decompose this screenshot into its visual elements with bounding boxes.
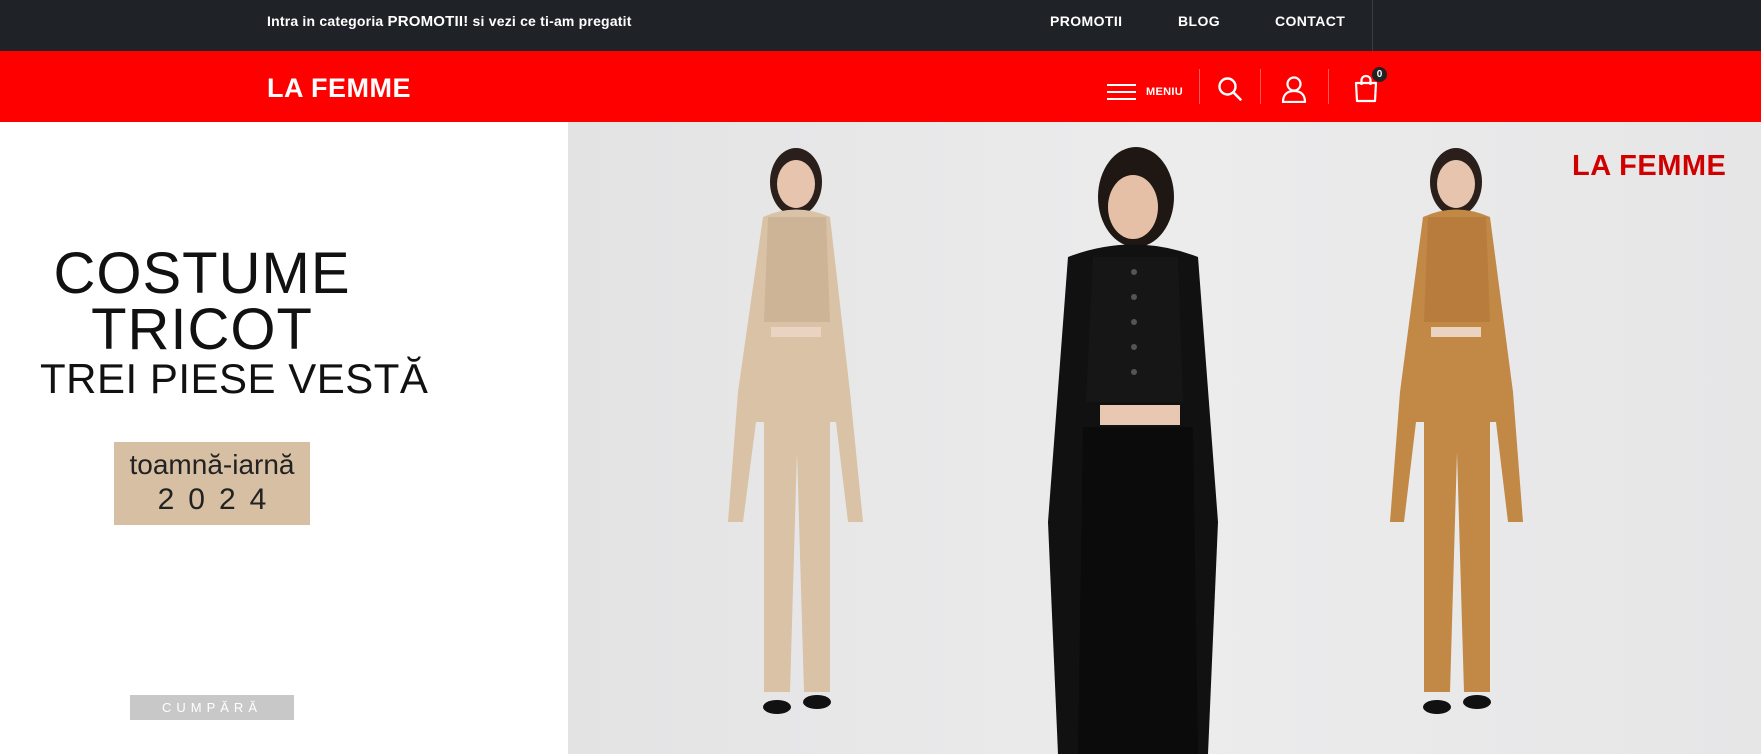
promo-message: Intra in categoria PROMOTII! si vezi ce … [267, 13, 632, 30]
menu-button[interactable]: MENIU [1107, 79, 1187, 105]
top-nav-promotii[interactable]: PROMOTII [1050, 13, 1122, 29]
header-divider [1199, 69, 1200, 104]
user-icon [1281, 76, 1307, 104]
search-icon [1218, 77, 1242, 101]
cart-count-badge: 0 [1372, 67, 1387, 82]
account-button[interactable] [1281, 76, 1307, 108]
buy-button[interactable]: CUMPĂRĂ [130, 695, 294, 720]
promo-message-prefix: Intra in categoria [267, 13, 388, 29]
top-nav-contact[interactable]: CONTACT [1275, 13, 1345, 29]
main-header [0, 51, 1761, 122]
season-year: 2024 [157, 483, 281, 516]
search-button[interactable] [1217, 76, 1243, 107]
hero-text-panel [0, 122, 568, 754]
hero-title-line2: TRICOT [91, 297, 313, 362]
site-logo[interactable]: LA FEMME [267, 73, 411, 104]
hero-image[interactable] [568, 122, 1761, 754]
header-divider [1260, 69, 1261, 104]
hero-title-line3: TREI PIESE VESTĂ [40, 355, 429, 402]
model-camel [1390, 148, 1523, 714]
season-label: toamnă-iarnă [129, 449, 295, 480]
promo-message-link[interactable]: PROMOTII! [388, 13, 469, 30]
model-black [1048, 147, 1218, 754]
season-badge: toamnă-iarnă 2024 [114, 442, 310, 525]
top-nav-divider [1372, 0, 1373, 51]
hero-models-illustration [728, 147, 1523, 754]
top-nav-blog[interactable]: BLOG [1178, 13, 1220, 29]
model-beige [728, 148, 863, 714]
menu-label: MENIU [1146, 86, 1183, 98]
top-info-bar [0, 0, 1761, 51]
header-divider [1328, 69, 1329, 104]
hamburger-icon [1107, 84, 1136, 100]
promo-message-suffix: si vezi ce ti-am pregatit [468, 13, 632, 29]
hero-brand-watermark: LA FEMME [1572, 150, 1727, 182]
